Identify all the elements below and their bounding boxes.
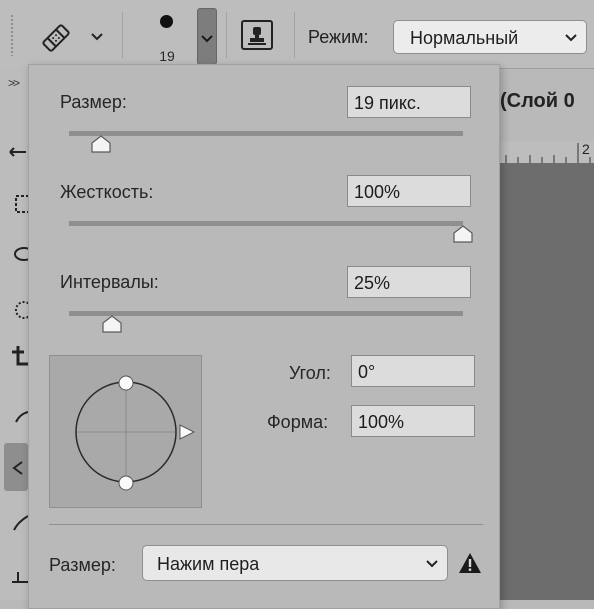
move-tool-icon[interactable] <box>8 142 28 162</box>
brush-size-readout: 19 <box>159 48 175 64</box>
healing-brush-tool-icon <box>12 461 23 475</box>
spacing-label: Интервалы: <box>60 272 159 292</box>
brush-tip-preview <box>160 15 173 28</box>
angle-label: Угол: <box>289 363 331 383</box>
lasso-tool-icon[interactable] <box>8 246 28 266</box>
horizontal-ruler: 2 <box>500 141 594 164</box>
collapse-panels-button[interactable]: >> <box>8 76 20 90</box>
hardness-slider-track[interactable] <box>69 221 463 226</box>
options-bar: 19 Режим: Нормальный <box>0 0 594 69</box>
size-slider-track[interactable] <box>69 131 463 136</box>
mode-select[interactable]: Нормальный <box>393 20 587 54</box>
roundness-input[interactable]: 100% <box>351 405 475 437</box>
ruler-number: 2 <box>582 141 590 157</box>
angle-arrow-handle <box>179 424 196 440</box>
angle-input[interactable]: 0° <box>351 355 475 387</box>
spacing-slider-track[interactable] <box>69 311 463 316</box>
hardness-input[interactable]: 100% <box>347 175 471 207</box>
chevron-down-icon <box>201 35 213 43</box>
brush-picker-button[interactable] <box>197 8 217 65</box>
crop-tool-icon[interactable] <box>8 346 28 366</box>
size-control-value: Нажим пера <box>157 554 260 574</box>
stamp-tool-icon[interactable] <box>8 568 28 588</box>
brush-tool-icon[interactable] <box>8 512 28 532</box>
eyedropper-tool-icon[interactable] <box>8 406 28 426</box>
spacing-slider-thumb[interactable] <box>101 315 123 333</box>
clone-source-icon[interactable] <box>240 18 274 52</box>
marquee-tool-icon[interactable] <box>8 194 28 214</box>
healing-brush-icon[interactable] <box>40 22 72 54</box>
roundness-label: Форма: <box>267 412 329 432</box>
size-slider-thumb[interactable] <box>90 135 112 153</box>
brush-settings-popup: Размер: 19 пикс. Жесткость: 100% Интерва… <box>28 64 500 609</box>
mode-value: Нормальный <box>410 28 519 48</box>
mode-label: Режим: <box>308 27 369 47</box>
spacing-input[interactable]: 25% <box>347 266 471 298</box>
toolbar-grip[interactable] <box>10 14 14 56</box>
size-control-select[interactable]: Нажим пера <box>142 545 448 581</box>
chevron-down-icon <box>426 560 438 568</box>
document-canvas[interactable] <box>500 163 594 600</box>
divider <box>49 524 483 525</box>
warning-icon[interactable] <box>458 552 482 574</box>
hardness-slider-thumb[interactable] <box>452 225 474 243</box>
document-tab-title[interactable]: (Слой 0 <box>500 90 575 113</box>
brush-tip-diagram <box>75 375 196 491</box>
separator <box>226 12 227 58</box>
hardness-label: Жесткость: <box>60 182 154 202</box>
roundness-handle-top <box>118 375 134 391</box>
size-control-label: Размер: <box>49 555 116 575</box>
separator <box>122 12 123 58</box>
ruler-ticks <box>505 143 591 163</box>
tool-preset-chevron-down-icon[interactable] <box>90 32 104 42</box>
roundness-handle-bottom <box>118 475 134 491</box>
size-label: Размер: <box>60 92 127 112</box>
chevron-down-icon <box>565 34 577 42</box>
brush-angle-roundness-preview[interactable] <box>49 355 202 508</box>
quick-selection-tool-icon[interactable] <box>8 300 28 320</box>
separator <box>294 12 295 58</box>
size-input[interactable]: 19 пикс. <box>347 86 471 118</box>
